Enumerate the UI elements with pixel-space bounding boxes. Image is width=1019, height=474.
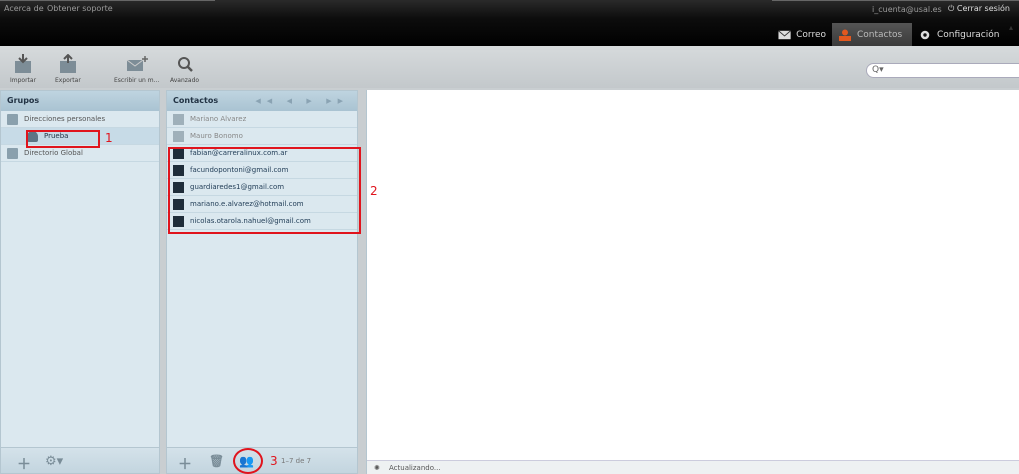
import-label: Importar: [10, 77, 37, 84]
contact-label: Mauro Bonomo: [190, 132, 243, 140]
trash-icon[interactable]: 🗑: [209, 454, 224, 468]
annotation-label-3: 3: [270, 454, 278, 468]
user-email: i_cuenta@usal.es: [872, 5, 942, 14]
taskbar: Correo Contactos Configuración ▴: [772, 23, 1019, 46]
export-label: Exportar: [55, 77, 81, 84]
magnifier-icon: [177, 57, 193, 72]
task-contacts[interactable]: Contactos: [832, 23, 912, 46]
compose-mail-icon: [126, 56, 148, 71]
contact-person-icon: [173, 113, 184, 125]
address-book-icon: [7, 147, 18, 159]
annotation-box-1: [26, 130, 100, 148]
person-icon: [839, 29, 851, 41]
search-icon[interactable]: Q▾: [872, 65, 884, 75]
top-bar: Acerca de Obtener soporte i_cuenta@usal.…: [0, 0, 1019, 46]
annotation-label-2: 2: [370, 184, 378, 198]
compose-button[interactable]: Escribir un m...: [114, 54, 159, 84]
add-contact-icon[interactable]: ＋: [178, 454, 192, 474]
export-icon: [59, 53, 76, 73]
task-contacts-label: Contactos: [857, 29, 903, 40]
groups-header: Grupos: [1, 91, 159, 111]
group-label: Directorio Global: [24, 149, 83, 157]
group-label: Direcciones personales: [24, 115, 106, 123]
about-link[interactable]: Acerca de: [4, 4, 44, 13]
status-bar: ✺ Actualizando...: [367, 460, 1019, 474]
logout-label: Cerrar sesión: [956, 4, 1010, 13]
top-line: [772, 0, 1019, 1]
quick-search-input[interactable]: Q▾: [866, 63, 1019, 78]
import-icon: [15, 54, 32, 73]
support-link[interactable]: Obtener soporte: [47, 4, 113, 13]
contact-detail-pane: ✺ Actualizando...: [366, 90, 1019, 474]
chevron-up-icon[interactable]: ▴: [1009, 23, 1013, 46]
task-mail-label: Correo: [796, 29, 826, 40]
envelope-icon: [778, 29, 791, 39]
advanced-label: Avanzado: [170, 77, 200, 84]
contact-person-icon: [173, 130, 184, 142]
contact-row[interactable]: Mariano Alvarez: [167, 111, 357, 128]
export-button[interactable]: Exportar: [55, 53, 81, 84]
contacts-title: Contactos: [173, 96, 219, 105]
task-settings-label: Configuración: [937, 29, 1000, 40]
power-icon: ⏻: [948, 4, 955, 13]
gear-icon: [920, 30, 930, 39]
toolbar: Importar Exportar Escribir un m... Avanz…: [0, 46, 1019, 88]
contact-label: Mariano Alvarez: [190, 115, 247, 123]
logout-link[interactable]: ⏻ Cerrar sesión: [948, 4, 1010, 14]
add-group-icon[interactable]: ＋: [17, 454, 31, 474]
contacts-header: Contactos ◀◀ ◀ ▶ ▶▶: [167, 91, 357, 111]
groups-footer: ＋ ⚙▾: [1, 447, 159, 473]
import-button[interactable]: Importar: [10, 54, 36, 84]
top-line: [0, 0, 215, 1]
status-text: Actualizando...: [389, 464, 441, 472]
task-mail[interactable]: Correo: [772, 23, 832, 46]
annotation-circle-3: [233, 448, 263, 474]
contact-row[interactable]: Mauro Bonomo: [167, 128, 357, 145]
spinner-icon: ✺: [374, 464, 380, 472]
address-book-icon: [7, 113, 18, 125]
pager-icons[interactable]: ◀◀ ◀ ▶ ▶▶: [255, 91, 349, 111]
annotation-box-2: [168, 147, 361, 234]
task-settings[interactable]: Configuración: [912, 23, 1009, 46]
contacts-count: 1–7 de 7: [281, 457, 312, 465]
gear-icon[interactable]: ⚙▾: [45, 454, 63, 469]
advanced-search-button[interactable]: Avanzado: [170, 54, 199, 84]
compose-label: Escribir un m...: [114, 77, 160, 84]
group-personal-addresses[interactable]: Direcciones personales: [1, 111, 159, 128]
annotation-label-1: 1: [105, 131, 113, 145]
